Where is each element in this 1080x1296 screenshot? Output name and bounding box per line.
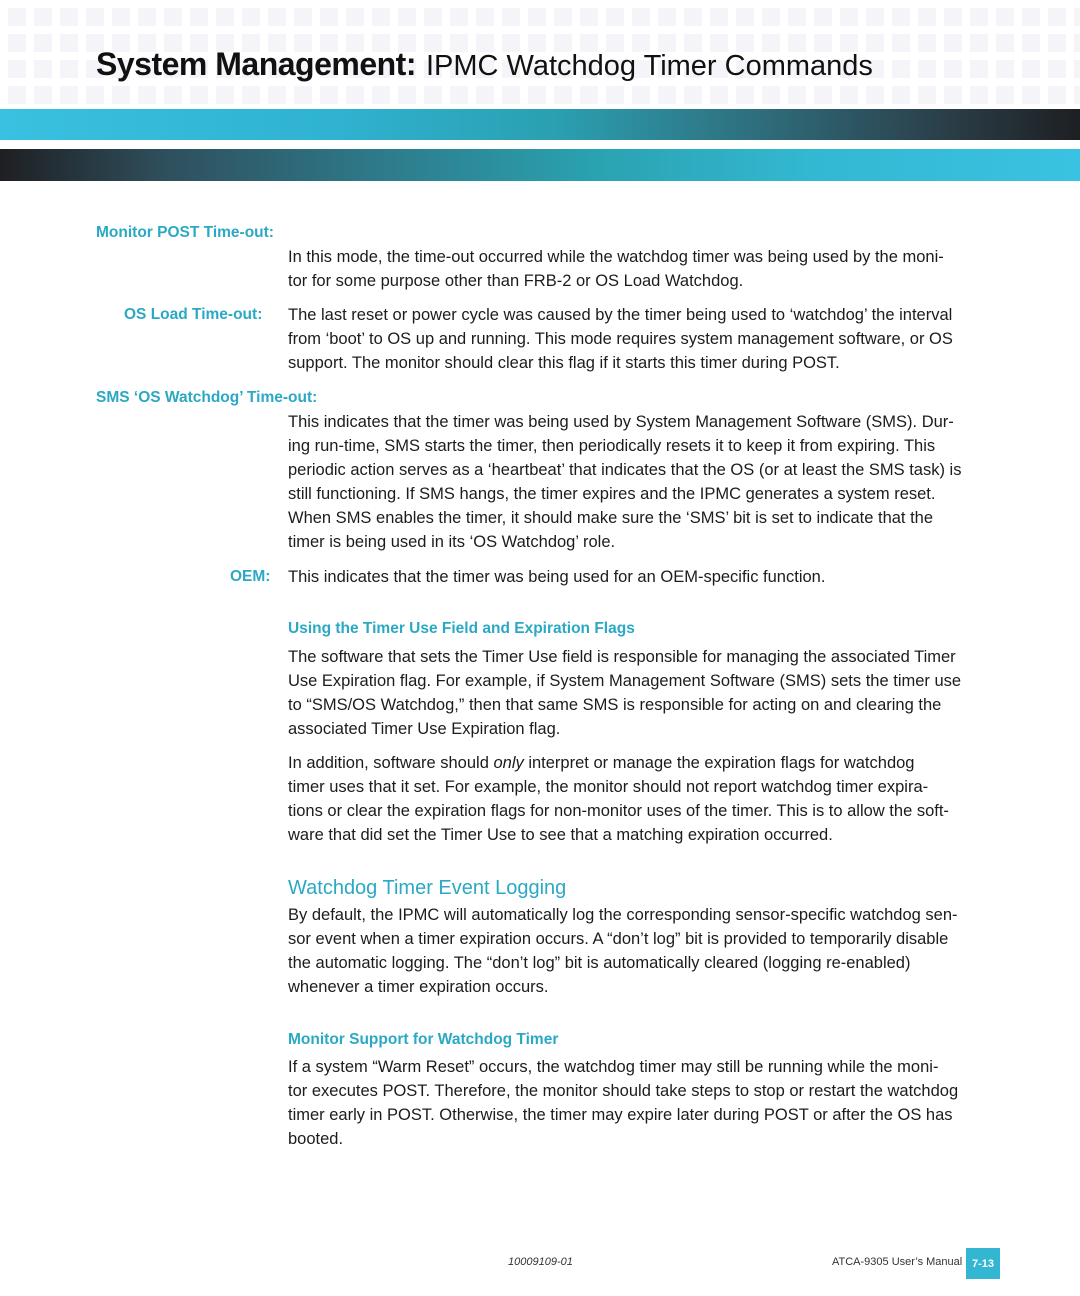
text-line: sor event when a timer expiration occurs…	[288, 930, 949, 948]
text-line: to “SMS/OS Watchdog,” then that same SMS…	[288, 696, 942, 714]
definition-text-oem: This indicates that the timer was being …	[288, 565, 1008, 589]
text-line: ware that did set the Timer Use to see t…	[288, 826, 833, 844]
text-line: By default, the IPMC will automatically …	[288, 906, 958, 924]
paragraph-timer-use-2: In addition, software should only interp…	[288, 751, 1008, 847]
text-line: The last reset or power cycle was caused…	[288, 306, 953, 324]
definition-label-monitor-post: Monitor POST Time-out:	[96, 224, 274, 241]
emphasis-text: only	[493, 754, 524, 772]
definition-text-sms-os-watchdog: This indicates that the timer was being …	[288, 410, 1008, 554]
page-number: 7-13	[971, 1257, 995, 1270]
page-number-badge: 7-13	[966, 1248, 1000, 1279]
text-line: ing run-time, SMS starts the timer, then…	[288, 437, 936, 455]
paragraph-event-logging: By default, the IPMC will automatically …	[288, 903, 1008, 999]
text-line: Use Expiration flag. For example, if Sys…	[288, 672, 962, 690]
heading-event-logging: Watchdog Timer Event Logging	[288, 877, 567, 899]
text-line: In this mode, the time-out occurred whil…	[288, 248, 944, 266]
definition-text-os-load: The last reset or power cycle was caused…	[288, 303, 1008, 375]
paragraph-timer-use-1: The software that sets the Timer Use fie…	[288, 645, 1008, 741]
header-gradient-bar-bottom	[0, 149, 1080, 181]
text-line: the automatic logging. The “don’t log” b…	[288, 954, 911, 972]
definition-text-monitor-post: In this mode, the time-out occurred whil…	[288, 245, 1008, 293]
text-line: from ‘boot’ to OS up and running. This m…	[288, 330, 953, 348]
text-line: This indicates that the timer was being …	[288, 568, 826, 586]
text-run: interpret or manage the expiration flags…	[523, 754, 915, 772]
text-line: If a system “Warm Reset” occurs, the wat…	[288, 1058, 939, 1076]
text-line: still functioning. If SMS hangs, the tim…	[288, 485, 936, 503]
subheading-monitor-support: Monitor Support for Watchdog Timer	[288, 1031, 559, 1048]
page-title-section: System Management:	[96, 46, 416, 82]
text-line: When SMS enables the timer, it should ma…	[288, 509, 934, 527]
text-run: In addition, software should	[288, 754, 494, 772]
text-line: tor executes POST. Therefore, the monito…	[288, 1082, 959, 1100]
header-gradient-bar-top	[0, 109, 1080, 140]
subheading-timer-use-field: Using the Timer Use Field and Expiration…	[288, 620, 635, 637]
definition-label-sms-os-watchdog: SMS ‘OS Watchdog’ Time-out:	[96, 389, 318, 406]
text-line: In addition, software should only interp…	[288, 751, 1008, 775]
definition-label-oem: OEM:	[230, 568, 271, 585]
text-line: The software that sets the Timer Use fie…	[288, 648, 956, 666]
page-title: System Management: IPMC Watchdog Timer Co…	[96, 44, 873, 86]
text-line: periodic action serves as a ‘heartbeat’ …	[288, 461, 962, 479]
text-line: booted.	[288, 1130, 344, 1148]
text-line: This indicates that the timer was being …	[288, 413, 954, 431]
footer-doc-number: 10009109-01	[508, 1256, 573, 1268]
text-line: support. The monitor should clear this f…	[288, 354, 840, 372]
paragraph-monitor-support: If a system “Warm Reset” occurs, the wat…	[288, 1055, 1008, 1151]
text-line: tions or clear the expiration flags for …	[288, 802, 949, 820]
page-title-topic: IPMC Watchdog Timer Commands	[425, 50, 873, 82]
text-line: whenever a timer expiration occurs.	[288, 978, 549, 996]
text-line: tor for some purpose other than FRB-2 or…	[288, 272, 744, 290]
footer-manual-name: ATCA-9305 User’s Manual	[832, 1256, 963, 1268]
definition-label-os-load: OS Load Time-out:	[124, 306, 263, 323]
text-line: timer early in POST. Otherwise, the time…	[288, 1106, 953, 1124]
text-line: associated Timer Use Expiration flag.	[288, 720, 561, 738]
text-line: timer is being used in its ‘OS Watchdog’…	[288, 533, 616, 551]
text-line: timer uses that it set. For example, the…	[288, 778, 929, 796]
